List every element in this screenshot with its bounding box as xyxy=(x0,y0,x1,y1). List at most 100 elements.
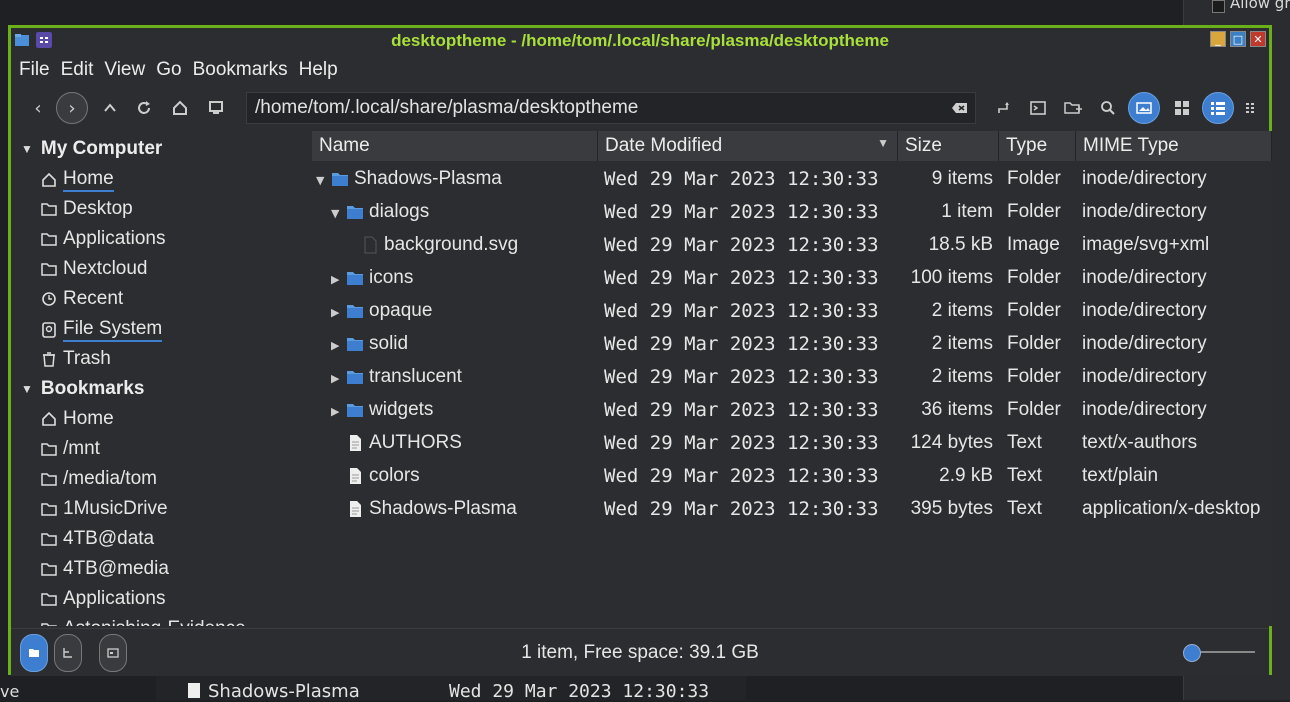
file-size: 2 items xyxy=(931,366,993,387)
collapse-arrow-icon[interactable]: ▼ xyxy=(331,207,339,220)
file-mime: inode/directory xyxy=(1082,399,1207,420)
section-bookmarks[interactable]: ▼ Bookmarks xyxy=(21,378,144,400)
column-header-mime[interactable]: MIME Type xyxy=(1076,131,1272,161)
preview-toggle-button[interactable] xyxy=(1128,92,1160,124)
table-row[interactable]: colors Wed 29 Mar 2023 12:30:33 2.9 kB Text… xyxy=(312,461,1272,494)
title-bar[interactable]: desktoptheme - /home/tom/.local/share/pl… xyxy=(11,28,1269,53)
folder-icon xyxy=(41,443,57,456)
sidebar-item-recent[interactable]: Recent xyxy=(41,288,123,310)
places-sidebar: ▼ My Computer Home Desktop Applications … xyxy=(11,131,308,626)
expand-arrow-icon[interactable]: ▶ xyxy=(331,273,339,286)
maximize-button[interactable]: □ xyxy=(1230,31,1246,47)
menu-help[interactable]: Help xyxy=(299,59,338,81)
table-row[interactable]: ▶ opaque Wed 29 Mar 2023 12:30:33 2 items Fo… xyxy=(312,296,1272,329)
collapse-arrow-icon[interactable]: ▼ xyxy=(316,174,324,187)
background-checkbox xyxy=(1212,0,1225,13)
file-type: Text xyxy=(1007,432,1042,453)
column-header-size[interactable]: Size xyxy=(898,131,999,161)
forward-button[interactable]: › xyxy=(56,92,88,124)
text-file-icon xyxy=(350,468,361,484)
terminal-button[interactable] xyxy=(1025,95,1051,121)
folder-icon xyxy=(41,233,57,246)
table-row[interactable]: ▶ solid Wed 29 Mar 2023 12:30:33 2 items Fol… xyxy=(312,329,1272,362)
section-my-computer[interactable]: ▼ My Computer xyxy=(21,138,162,160)
table-row[interactable]: ▶ icons Wed 29 Mar 2023 12:30:33 100 items F… xyxy=(312,263,1272,296)
close-button[interactable]: ✕ xyxy=(1250,31,1266,47)
table-row[interactable]: ▶ widgets Wed 29 Mar 2023 12:30:33 36 items… xyxy=(312,395,1272,428)
toolbar: ‹ › /home/tom/.local/share/plasma/deskto… xyxy=(11,86,1269,130)
window-menu-icon[interactable] xyxy=(36,32,52,48)
details-view-button[interactable] xyxy=(1202,92,1234,124)
menu-go[interactable]: Go xyxy=(156,59,181,81)
sidebar-item-nextcloud[interactable]: Nextcloud xyxy=(41,258,148,280)
menu-edit[interactable]: Edit xyxy=(61,59,94,81)
up-button[interactable] xyxy=(97,95,123,121)
sidebar-item-applications[interactable]: Applications xyxy=(41,228,165,250)
folder-icon xyxy=(41,263,57,276)
clear-location-icon[interactable] xyxy=(951,99,969,117)
reload-icon xyxy=(138,101,150,114)
sidebar-item-4tb-data[interactable]: 4TB@data xyxy=(41,528,154,550)
background-peek-text: Allow gr xyxy=(1230,0,1290,12)
table-row[interactable]: ▼ Shadows-Plasma Wed 29 Mar 2023 12:30:33 9… xyxy=(312,164,1272,197)
column-header-date[interactable]: Date Modified ▼ xyxy=(598,131,898,161)
table-row[interactable]: AUTHORS Wed 29 Mar 2023 12:30:33 124 bytes… xyxy=(312,428,1272,461)
expand-arrow-icon[interactable]: ▶ xyxy=(331,339,339,352)
file-date: Wed 29 Mar 2023 12:30:33 xyxy=(604,201,879,223)
zoom-slider-handle[interactable] xyxy=(1183,644,1201,662)
sidebar-item-4tb-media[interactable]: 4TB@media xyxy=(41,558,169,580)
expand-arrow-icon[interactable]: ▶ xyxy=(331,372,339,385)
sidebar-item-desktop[interactable]: Desktop xyxy=(41,198,133,220)
folder-icon xyxy=(41,533,57,546)
sidebar-item-media-tom[interactable]: /media/tom xyxy=(41,468,157,490)
file-date: Wed 29 Mar 2023 12:30:33 xyxy=(604,465,879,487)
sidebar-item-1musicdrive[interactable]: 1MusicDrive xyxy=(41,498,168,520)
open-terminal-here-button[interactable] xyxy=(990,95,1016,121)
menu-bookmarks[interactable]: Bookmarks xyxy=(193,59,288,81)
file-size: 36 items xyxy=(921,399,993,420)
sort-descending-icon: ▼ xyxy=(877,136,889,150)
minimize-button[interactable]: _ xyxy=(1210,31,1226,47)
table-row[interactable]: background.svg Wed 29 Mar 2023 12:30:33 18… xyxy=(312,230,1272,263)
file-date: Wed 29 Mar 2023 12:30:33 xyxy=(604,300,879,322)
column-header-name[interactable]: Name xyxy=(312,131,598,161)
expand-arrow-icon[interactable]: ▶ xyxy=(331,306,339,319)
app-folder-icon[interactable] xyxy=(14,32,30,48)
folder-icon xyxy=(347,371,363,384)
menu-view[interactable]: View xyxy=(104,59,145,81)
terminal-icon xyxy=(1030,101,1046,115)
search-button[interactable] xyxy=(1095,95,1121,121)
file-size: 100 items xyxy=(910,267,993,288)
file-name: solid xyxy=(369,333,409,354)
expand-arrow-icon[interactable]: ▶ xyxy=(331,405,339,418)
table-row[interactable]: ▶ translucent Wed 29 Mar 2023 12:30:33 2 it… xyxy=(312,362,1272,395)
file-name: background.svg xyxy=(384,234,519,255)
location-bar[interactable]: /home/tom/.local/share/plasma/desktopthe… xyxy=(246,92,976,124)
sidebar-item-bookmark-applications[interactable]: Applications xyxy=(41,588,165,610)
sidebar-item-astonishing-evidence[interactable]: Astonishing-Evidence- xyxy=(41,618,252,626)
computer-button[interactable] xyxy=(203,95,229,121)
sidebar-item-trash[interactable]: Trash xyxy=(41,348,111,370)
sidebar-item-bookmark-home[interactable]: Home xyxy=(41,408,114,430)
sidebar-item-mnt[interactable]: /mnt xyxy=(41,438,100,460)
menu-file[interactable]: File xyxy=(19,59,50,81)
back-button[interactable]: ‹ xyxy=(25,95,51,121)
file-type: Image xyxy=(1007,234,1060,255)
file-size: 395 bytes xyxy=(910,498,993,519)
folder-icon xyxy=(41,473,57,486)
home-button[interactable] xyxy=(167,95,193,121)
file-name: colors xyxy=(369,465,420,486)
sidebar-item-file-system[interactable]: File System xyxy=(41,318,163,342)
column-header-type[interactable]: Type xyxy=(999,131,1076,161)
new-folder-button[interactable] xyxy=(1060,95,1086,121)
reload-button[interactable] xyxy=(131,95,157,121)
table-row[interactable]: ▼ dialogs Wed 29 Mar 2023 12:30:33 1 item Fo… xyxy=(312,197,1272,230)
compact-view-button[interactable] xyxy=(1240,95,1266,121)
sidebar-item-home[interactable]: Home xyxy=(41,168,114,192)
icon-view-button[interactable] xyxy=(1169,95,1195,121)
file-manager-window: desktoptheme - /home/tom/.local/share/pl… xyxy=(8,25,1272,676)
file-mime: inode/directory xyxy=(1082,267,1207,288)
folder-icon xyxy=(41,563,57,576)
table-row[interactable]: Shadows-Plasma Wed 29 Mar 2023 12:30:33 39… xyxy=(312,494,1272,527)
expand-arrow-icon: ▼ xyxy=(21,382,33,396)
